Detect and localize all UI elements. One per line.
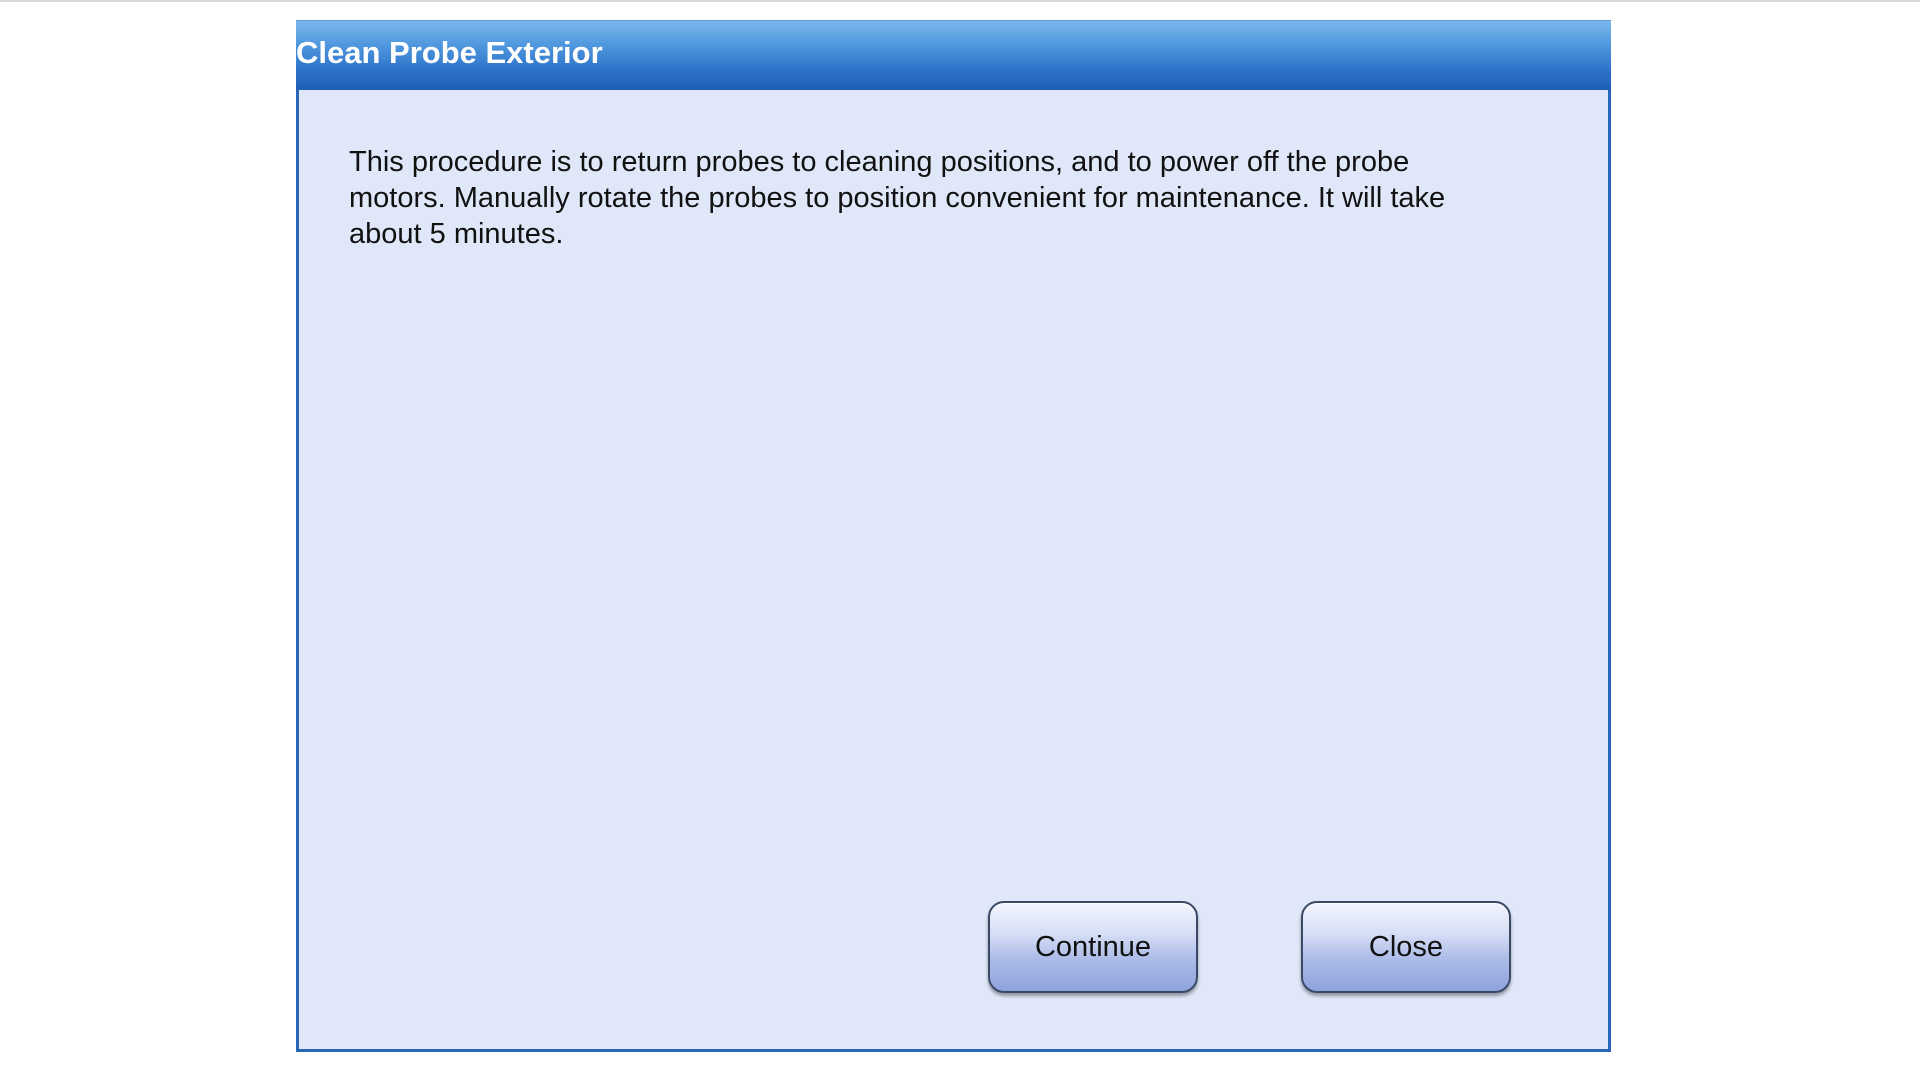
clean-probe-dialog: Clean Probe Exterior This procedure is t… [296,20,1611,1052]
continue-button[interactable]: Continue [988,901,1198,993]
top-divider [0,0,1920,2]
dialog-titlebar: Clean Probe Exterior [296,20,1611,90]
dialog-message: This procedure is to return probes to cl… [349,146,1446,250]
dialog-title: Clean Probe Exterior [296,35,603,70]
close-button-label: Close [1368,930,1444,963]
close-button[interactable]: Close [1301,901,1511,993]
continue-button-label: Continue [1034,930,1152,963]
